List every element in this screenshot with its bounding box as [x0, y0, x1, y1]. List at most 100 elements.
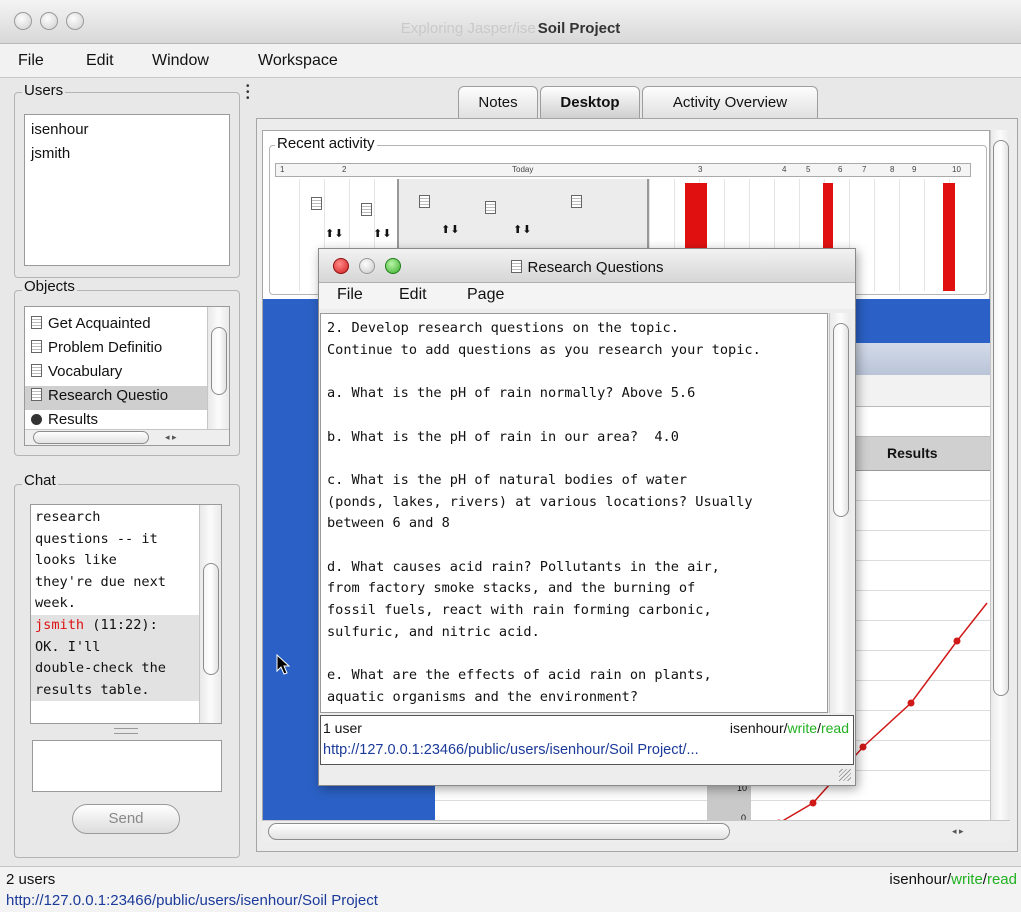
- rq-status-read: read: [820, 720, 849, 736]
- window-title-text: Soil Project: [537, 20, 621, 37]
- mouse-cursor-icon: [276, 654, 290, 675]
- chat-line: they're due next: [35, 573, 166, 590]
- chat-reply: jsmith (11:22): OK. I'll double-check th…: [31, 614, 221, 702]
- hscroll-arrows-icon[interactable]: ◂ ▸: [165, 432, 177, 443]
- rq-status-write: write: [787, 720, 818, 736]
- object-item-label: Problem Definitio: [48, 339, 163, 356]
- timeline-ruler: 1 2 Today 3 4 5 6 7 8 9 10: [275, 163, 971, 177]
- chat-line: results table.: [35, 681, 150, 698]
- rq-status-bar: 1 user isenhour/write/read http://127.0.…: [320, 715, 854, 765]
- results-point: [809, 799, 817, 807]
- desktop-hscrollbar[interactable]: ◂ ▸: [262, 820, 1010, 842]
- menu-edit[interactable]: Edit: [86, 52, 114, 70]
- rq-url-link[interactable]: http://127.0.0.1:23466/public/users/isen…: [323, 742, 699, 758]
- rq-status-user: isenhour: [729, 720, 784, 736]
- timeline-tick: 3: [698, 165, 703, 174]
- user-item-isenhour[interactable]: isenhour: [31, 121, 89, 138]
- rq-resize-grip[interactable]: [839, 769, 851, 781]
- objects-vscroll-thumb[interactable]: [211, 327, 227, 395]
- document-icon: [31, 364, 42, 377]
- object-item-problem-definition[interactable]: Problem Definitio: [31, 339, 162, 356]
- activity-document-icon[interactable]: [361, 203, 372, 216]
- rq-title-bar: Research Questions: [319, 249, 855, 283]
- tab-notes[interactable]: Notes: [458, 86, 538, 118]
- users-label: Users: [22, 82, 66, 99]
- activity-document-icon[interactable]: [571, 195, 582, 208]
- window-title: Exploring Jasper/ise Soil Project: [0, 20, 1021, 37]
- chat-reply-user: jsmith: [35, 616, 85, 633]
- chat-line: research: [35, 509, 101, 525]
- splitter-handle[interactable]: • • •: [246, 82, 252, 104]
- hscroll-arrows-icon[interactable]: ◂ ▸: [952, 826, 964, 837]
- desktop-vscroll-thumb[interactable]: [993, 140, 1009, 696]
- activity-document-icon[interactable]: [311, 197, 322, 210]
- tab-desktop[interactable]: Desktop: [540, 86, 640, 118]
- results-point: [859, 743, 867, 751]
- recent-activity-label: Recent activity: [275, 135, 377, 152]
- timeline-tick: 6: [838, 165, 843, 174]
- object-item-get-acquainted[interactable]: Get Acquainted: [31, 315, 151, 332]
- status-url-link[interactable]: http://127.0.0.1:23466/public/users/isen…: [6, 892, 378, 909]
- object-item-label: Vocabulary: [48, 363, 123, 380]
- research-questions-window: Research Questions File Edit Page 2. Dev…: [318, 248, 856, 786]
- chat-vscroll-thumb[interactable]: [203, 563, 219, 675]
- chat-line: OK. I'll: [35, 638, 101, 655]
- chart-object-icon: [31, 414, 42, 425]
- desktop-vscrollbar[interactable]: [990, 130, 1010, 820]
- rq-title: Research Questions: [319, 259, 855, 276]
- activity-users-icon[interactable]: ⬆⬇: [325, 227, 343, 240]
- rq-status-users: 1 user: [323, 720, 362, 736]
- user-item-jsmith[interactable]: jsmith: [31, 145, 70, 162]
- rq-menu-edit[interactable]: Edit: [399, 286, 427, 304]
- rq-text-area[interactable]: 2. Develop research questions on the top…: [320, 313, 828, 713]
- activity-bar: [943, 183, 955, 291]
- title-bar: Exploring Jasper/ise Soil Project: [0, 0, 1021, 44]
- activity-edit-icon[interactable]: [485, 201, 496, 214]
- status-users: 2 users: [6, 871, 56, 888]
- status-permissions: isenhour/write/read: [889, 871, 1017, 888]
- timeline-tick: 7: [862, 165, 867, 174]
- send-button[interactable]: Send: [72, 804, 180, 834]
- menu-file[interactable]: File: [18, 52, 44, 70]
- object-item-label: Results: [48, 411, 99, 428]
- activity-users-icon[interactable]: ⬆⬇: [441, 223, 459, 236]
- timeline-tick: 1: [280, 165, 285, 174]
- chat-line: questions -- it: [35, 530, 158, 547]
- activity-users-icon[interactable]: ⬆⬇: [513, 223, 531, 236]
- document-icon: [31, 388, 42, 401]
- object-item-results[interactable]: Results: [31, 411, 98, 428]
- chat-line: looks like: [35, 552, 117, 569]
- chat-line: week.: [35, 595, 76, 612]
- activity-document-icon[interactable]: [419, 195, 430, 208]
- timeline-tick: 2: [342, 165, 347, 174]
- menu-window[interactable]: Window: [152, 52, 209, 70]
- chat-splitter-handle[interactable]: [114, 728, 138, 734]
- timeline-tick: 10: [952, 165, 961, 174]
- desktop-hscroll-thumb[interactable]: [268, 823, 730, 840]
- timeline-tick: 8: [890, 165, 895, 174]
- objects-hscrollbar[interactable]: ◂ ▸: [25, 429, 229, 445]
- rq-vscrollbar[interactable]: [829, 313, 851, 713]
- object-item-research-questions[interactable]: Research Questio: [31, 387, 168, 404]
- menu-workspace[interactable]: Workspace: [258, 52, 338, 70]
- object-item-label: Get Acquainted: [48, 315, 151, 332]
- rq-menu-file[interactable]: File: [337, 286, 363, 304]
- chat-vscrollbar[interactable]: [199, 505, 221, 723]
- rq-vscroll-thumb[interactable]: [833, 323, 849, 517]
- rq-status-permissions: isenhour/write/read: [730, 720, 849, 736]
- timeline-tick: 9: [912, 165, 917, 174]
- objects-hscroll-thumb[interactable]: [33, 431, 149, 444]
- tab-activity-overview[interactable]: Activity Overview: [642, 86, 818, 118]
- document-icon: [31, 316, 42, 329]
- object-item-vocabulary[interactable]: Vocabulary: [31, 363, 122, 380]
- users-list: isenhour jsmith: [24, 114, 230, 266]
- status-write: write: [951, 871, 983, 888]
- window-title-faded: Exploring Jasper/ise: [400, 20, 536, 37]
- rq-menu-bar: File Edit Page: [319, 283, 855, 309]
- activity-users-icon[interactable]: ⬆⬇: [373, 227, 391, 240]
- object-item-label: Research Questio: [48, 387, 169, 404]
- timeline-today: Today: [512, 165, 534, 174]
- rq-menu-page[interactable]: Page: [467, 286, 504, 304]
- chat-input[interactable]: [32, 740, 222, 792]
- objects-vscrollbar[interactable]: [207, 307, 229, 429]
